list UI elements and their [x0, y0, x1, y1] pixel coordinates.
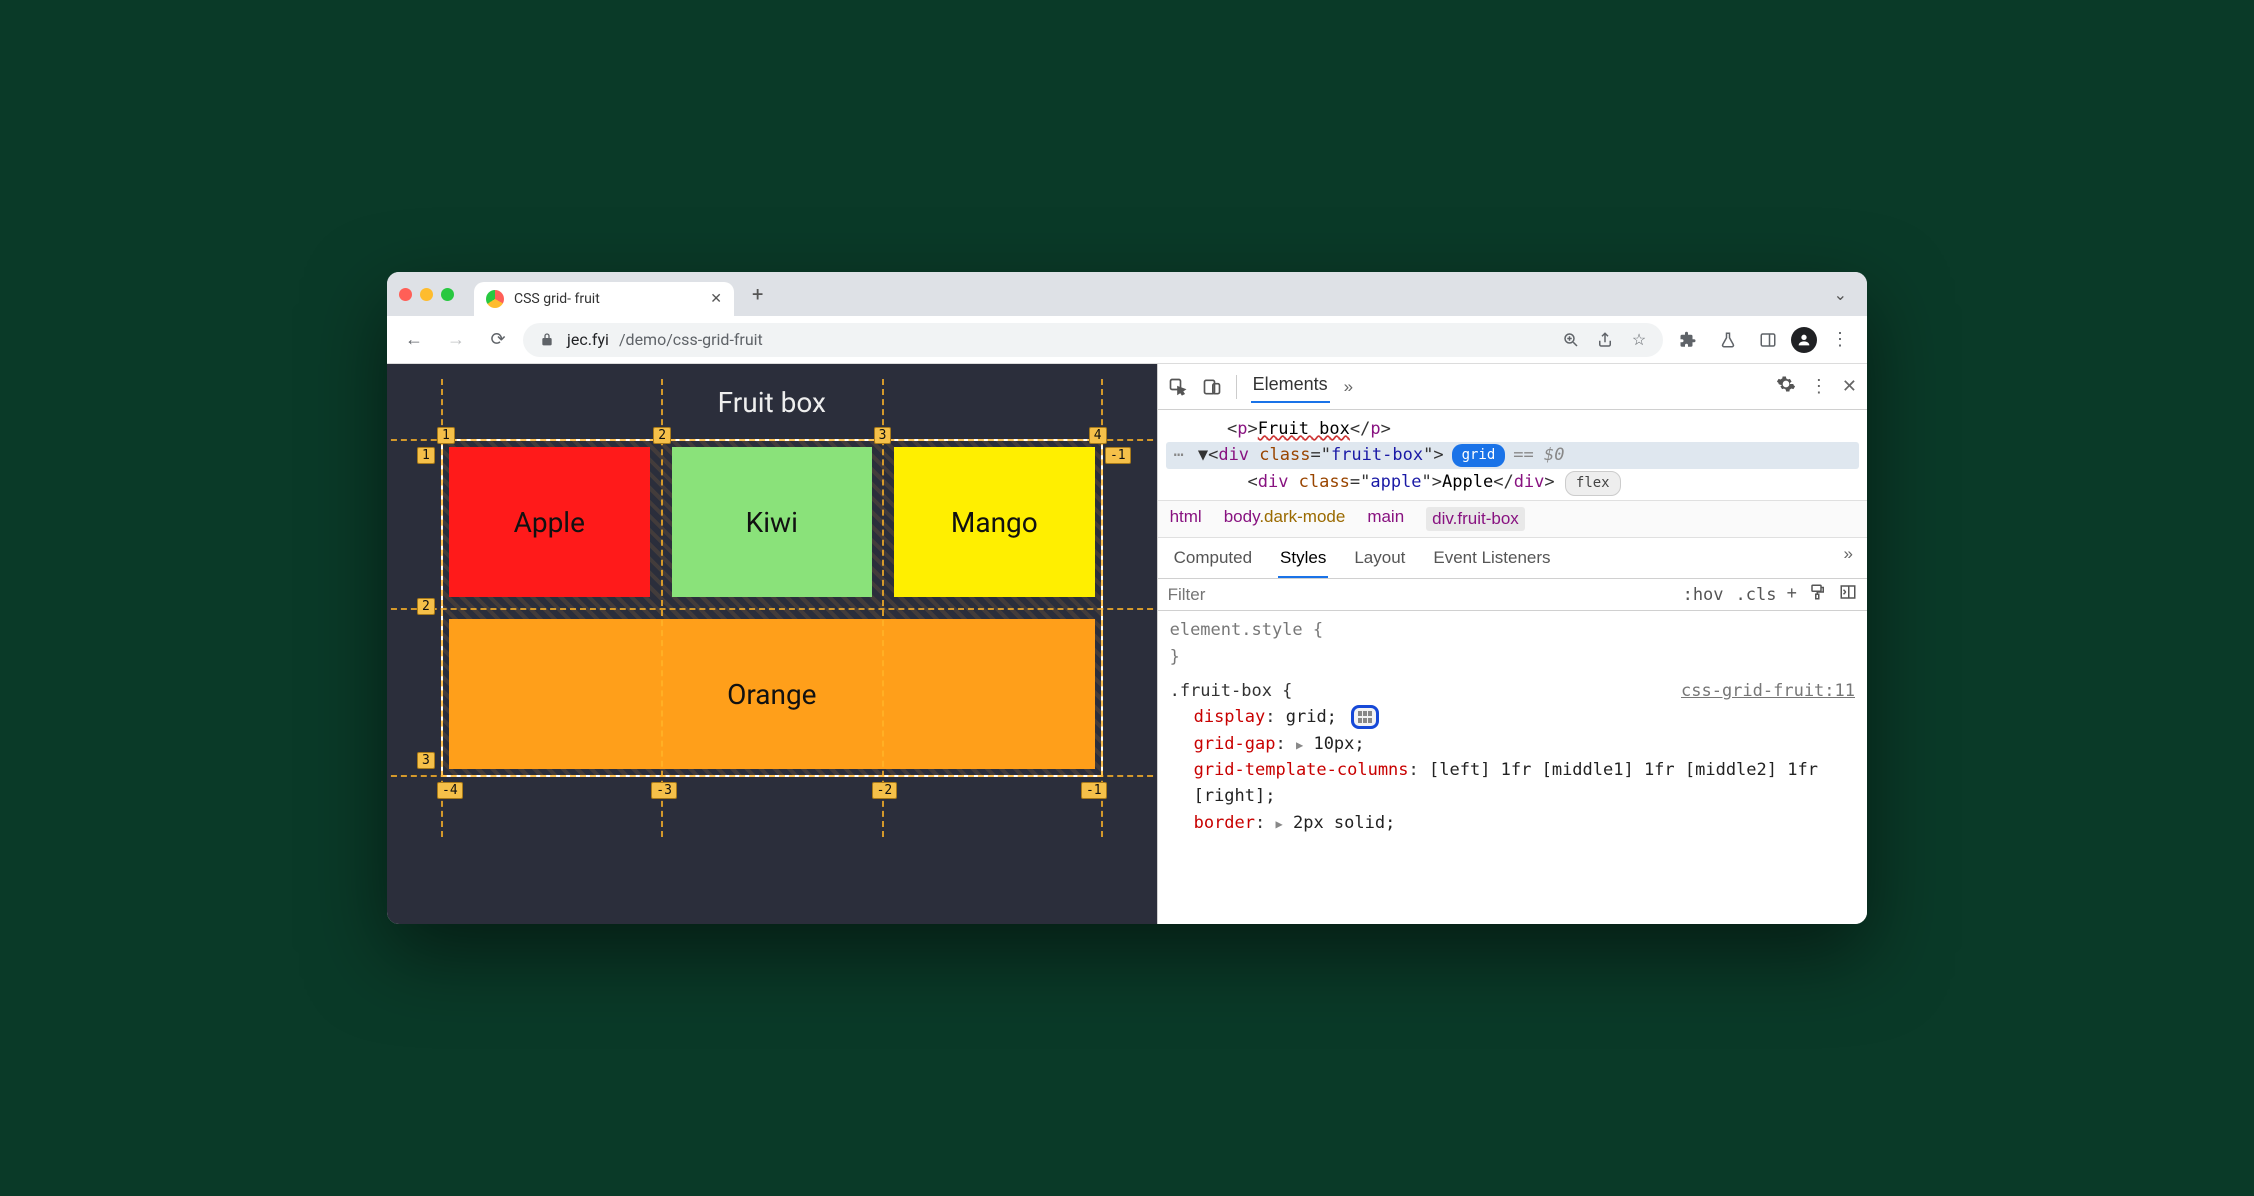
rule-selector: .fruit-box { [1170, 681, 1293, 701]
col-line-label: 3 [874, 427, 892, 444]
styles-subtabs: Computed Styles Layout Event Listeners » [1158, 538, 1867, 579]
bookmark-icon[interactable]: ☆ [1629, 330, 1649, 350]
grid-editor-button[interactable] [1351, 705, 1379, 729]
tab-title: CSS grid- fruit [514, 291, 600, 307]
row-line-label: 3 [417, 752, 435, 769]
url-path: /demo/css-grid-fruit [619, 330, 763, 349]
flex-badge[interactable]: flex [1565, 471, 1621, 497]
col-line-label: 1 [437, 427, 455, 444]
crumb[interactable]: body.dark-mode [1224, 507, 1346, 531]
grid-overlay-wrap: Apple Kiwi Mango Orange 1 2 3 4 1 2 3 -1… [441, 439, 1103, 777]
dom-tree[interactable]: <p>Fruit box</p> ⋯ ▼<div class="fruit-bo… [1158, 410, 1867, 500]
inspect-icon[interactable] [1168, 377, 1188, 397]
crumb[interactable]: html [1170, 507, 1202, 531]
col-line-label: 4 [1089, 427, 1107, 444]
styles-filter-input[interactable] [1168, 585, 1673, 605]
crumb-selected[interactable]: div.fruit-box [1426, 507, 1525, 531]
hov-toggle[interactable]: :hov [1683, 585, 1724, 605]
rule-source-link[interactable]: css-grid-fruit:11 [1681, 678, 1855, 704]
row-line-label: 2 [417, 598, 435, 615]
back-button[interactable]: ← [397, 323, 431, 357]
minimize-window-button[interactable] [420, 288, 433, 301]
maximize-window-button[interactable] [441, 288, 454, 301]
cls-toggle[interactable]: .cls [1736, 585, 1777, 605]
neg-col-label: -2 [872, 782, 898, 799]
styles-pane[interactable]: element.style { } css-grid-fruit:11 .fru… [1158, 611, 1867, 924]
extensions-icon[interactable] [1671, 323, 1705, 357]
inline-style-label: element.style { [1170, 617, 1855, 643]
cell-mango: Mango [894, 447, 1095, 597]
kebab-menu-icon[interactable]: ⋮ [1823, 323, 1857, 357]
row-line-label: 1 [417, 447, 435, 464]
device-toggle-icon[interactable] [1202, 377, 1222, 397]
share-icon[interactable] [1595, 330, 1615, 350]
neg-row-label: -1 [1105, 447, 1131, 464]
omnibox-actions: ☆ [1561, 330, 1649, 350]
subtab-styles[interactable]: Styles [1278, 544, 1328, 578]
cell-orange: Orange [449, 619, 1095, 769]
devtools-panel: Elements » ⋮ ✕ <p>Fruit box</p> ⋯ ▼<div … [1157, 364, 1867, 924]
computed-toggle-icon[interactable] [1839, 583, 1857, 606]
reload-button[interactable]: ⟳ [481, 323, 515, 357]
browser-tab[interactable]: CSS grid- fruit ✕ [474, 282, 734, 316]
devtools-top-bar: Elements » ⋮ ✕ [1158, 364, 1867, 410]
tab-strip: CSS grid- fruit ✕ + ⌄ [387, 272, 1867, 316]
browser-toolbar: ← → ⟳ jec.fyi/demo/css-grid-fruit ☆ ⋮ [387, 316, 1867, 364]
favicon-icon [486, 290, 504, 308]
cell-kiwi: Kiwi [672, 447, 873, 597]
col-line-label: 2 [653, 427, 671, 444]
zoom-icon[interactable] [1561, 330, 1581, 350]
cell-apple: Apple [449, 447, 650, 597]
lock-icon [537, 330, 557, 350]
browser-window: CSS grid- fruit ✕ + ⌄ ← → ⟳ jec.fyi/demo… [387, 272, 1867, 924]
styles-filter-bar: :hov .cls + [1158, 579, 1867, 611]
more-subtabs-icon[interactable]: » [1844, 544, 1853, 578]
subtab-computed[interactable]: Computed [1172, 544, 1254, 578]
close-tab-icon[interactable]: ✕ [710, 291, 722, 307]
forward-button[interactable]: → [439, 323, 473, 357]
url-host: jec.fyi [567, 330, 609, 349]
grid-badge[interactable]: grid [1452, 444, 1506, 468]
new-rule-icon[interactable]: + [1786, 583, 1797, 606]
labs-icon[interactable] [1711, 323, 1745, 357]
neg-col-label: -1 [1081, 782, 1107, 799]
page-viewport: Fruit box Apple Kiwi Mango Orange 1 [387, 364, 1157, 924]
settings-icon[interactable] [1776, 374, 1796, 399]
neg-col-label: -4 [437, 782, 463, 799]
sidepanel-icon[interactable] [1751, 323, 1785, 357]
more-panels-icon[interactable]: » [1344, 377, 1353, 397]
close-window-button[interactable] [399, 288, 412, 301]
subtab-event-listeners[interactable]: Event Listeners [1431, 544, 1552, 578]
page-heading: Fruit box [417, 386, 1127, 419]
paint-icon[interactable] [1809, 583, 1827, 606]
close-devtools-icon[interactable]: ✕ [1842, 376, 1857, 397]
dom-breadcrumbs[interactable]: html body.dark-mode main div.fruit-box [1158, 500, 1867, 538]
profile-avatar[interactable] [1791, 327, 1817, 353]
expand-tabs-icon[interactable]: ⌄ [1826, 285, 1855, 304]
address-bar[interactable]: jec.fyi/demo/css-grid-fruit ☆ [523, 323, 1663, 357]
neg-col-label: -3 [651, 782, 677, 799]
subtab-layout[interactable]: Layout [1352, 544, 1407, 578]
window-controls [399, 288, 454, 301]
crumb[interactable]: main [1367, 507, 1404, 531]
selected-dom-node[interactable]: ⋯ ▼<div class="fruit-box"> grid == $0 [1166, 442, 1859, 468]
devtools-menu-icon[interactable]: ⋮ [1810, 376, 1828, 397]
expand-siblings-icon[interactable]: ⋯ [1168, 442, 1190, 468]
elements-tab[interactable]: Elements [1251, 370, 1330, 403]
new-tab-button[interactable]: + [744, 282, 771, 306]
content-area: Fruit box Apple Kiwi Mango Orange 1 [387, 364, 1867, 924]
